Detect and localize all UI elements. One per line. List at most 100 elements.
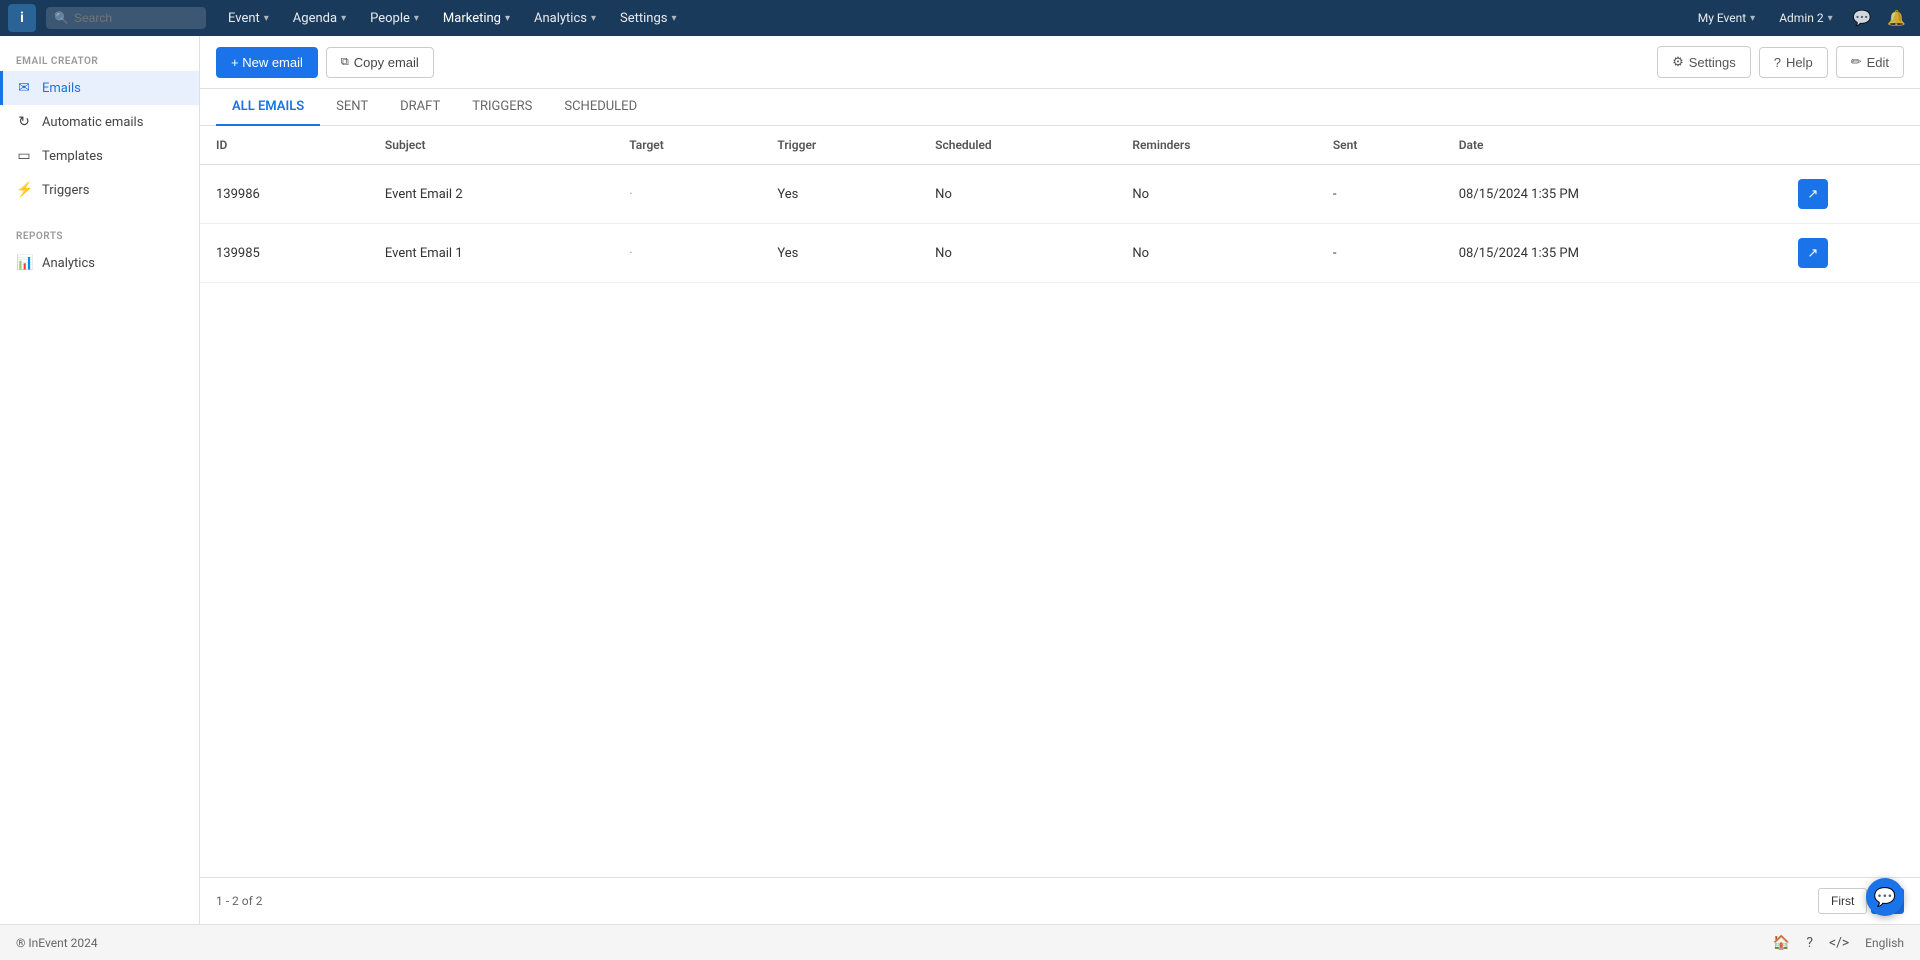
table-row: 139986 Event Email 2 · Yes No No - 08/15… <box>200 165 1920 224</box>
question-icon[interactable]: ? <box>1806 935 1813 951</box>
top-nav: i 🔍 Event ▾ Agenda ▾ People ▾ Marketing … <box>0 0 1920 36</box>
copy-icon: ⧉ <box>341 56 349 69</box>
chevron-down-icon: ▾ <box>341 13 346 24</box>
col-trigger: Trigger <box>761 126 919 165</box>
cell-target: · <box>613 224 761 283</box>
copyright-text: ® InEvent 2024 <box>16 936 98 950</box>
nav-right: My Event ▾ Admin 2 ▾ 💬 🔔 <box>1688 5 1912 31</box>
cell-id: 139986 <box>200 165 369 224</box>
table-area: ID Subject Target Trigger Scheduled Remi… <box>200 126 1920 877</box>
chevron-down-icon: ▾ <box>505 13 510 24</box>
chevron-down-icon: ▾ <box>1828 13 1833 24</box>
pagination-info: 1 - 2 of 2 <box>216 894 262 908</box>
nav-people[interactable]: People ▾ <box>360 5 429 32</box>
cell-date: 08/15/2024 1:35 PM <box>1443 165 1782 224</box>
settings-button[interactable]: ⚙ Settings <box>1657 46 1751 78</box>
table-row: 139985 Event Email 1 · Yes No No - 08/15… <box>200 224 1920 283</box>
search-wrap: 🔍 <box>46 7 206 29</box>
tab-sent[interactable]: SENT <box>320 89 384 126</box>
bottom-bar-right: 🏠 ? </> English <box>1773 935 1904 951</box>
col-scheduled: Scheduled <box>919 126 1116 165</box>
cell-target: · <box>613 165 761 224</box>
code-icon[interactable]: </> <box>1829 935 1849 951</box>
search-input[interactable] <box>46 7 206 29</box>
home-icon[interactable]: 🏠 <box>1773 935 1790 951</box>
tab-scheduled[interactable]: SCHEDULED <box>548 89 653 126</box>
settings-icon: ⚙ <box>1672 54 1684 70</box>
first-page-button[interactable]: First <box>1818 888 1867 914</box>
table-body: 139986 Event Email 2 · Yes No No - 08/15… <box>200 165 1920 283</box>
col-sent: Sent <box>1317 126 1443 165</box>
chevron-down-icon: ▾ <box>591 13 596 24</box>
chevron-down-icon: ▾ <box>264 13 269 24</box>
trigger-icon: ⚡ <box>16 182 32 198</box>
notifications-icon[interactable]: 🔔 <box>1881 5 1912 31</box>
nav-marketing[interactable]: Marketing ▾ <box>433 5 520 32</box>
cell-subject: Event Email 1 <box>369 224 613 283</box>
admin-button[interactable]: Admin 2 ▾ <box>1769 5 1842 31</box>
cell-sent: - <box>1317 165 1443 224</box>
cell-scheduled: No <box>919 165 1116 224</box>
cell-sent: - <box>1317 224 1443 283</box>
analytics-icon: 📊 <box>16 255 32 271</box>
nav-agenda[interactable]: Agenda ▾ <box>283 5 356 32</box>
edit-button[interactable]: ✏ Edit <box>1836 46 1904 78</box>
email-icon: ✉ <box>16 80 32 96</box>
tab-all-emails[interactable]: ALL EMAILS <box>216 89 320 126</box>
bottom-bar: ® InEvent 2024 🏠 ? </> English <box>0 924 1920 960</box>
sidebar-item-templates[interactable]: ▭ Templates <box>0 139 199 173</box>
tabs: ALL EMAILS SENT DRAFT TRIGGERS SCHEDULED <box>200 89 1920 126</box>
sidebar-item-triggers[interactable]: ⚡ Triggers <box>0 173 199 207</box>
sidebar-section-email-creator: EMAIL CREATOR <box>0 48 199 71</box>
my-event-button[interactable]: My Event ▾ <box>1688 5 1765 31</box>
col-date: Date <box>1443 126 1782 165</box>
cell-trigger: Yes <box>761 165 919 224</box>
copy-email-button[interactable]: ⧉ Copy email <box>326 47 434 78</box>
cell-reminders: No <box>1116 224 1317 283</box>
help-icon: ? <box>1774 55 1781 70</box>
messages-icon[interactable]: 💬 <box>1847 5 1878 31</box>
open-email-button[interactable]: ↗ <box>1798 238 1828 268</box>
content-area: + New email ⧉ Copy email ⚙ Settings ? He… <box>200 36 1920 924</box>
app-logo: i <box>8 4 36 32</box>
new-email-button[interactable]: + New email <box>216 47 318 78</box>
tab-triggers[interactable]: TRIGGERS <box>456 89 548 126</box>
automatic-icon: ↻ <box>16 114 32 130</box>
help-button[interactable]: ? Help <box>1759 47 1828 78</box>
chevron-down-icon: ▾ <box>672 13 677 24</box>
tab-draft[interactable]: DRAFT <box>384 89 456 126</box>
sidebar: EMAIL CREATOR ✉ Emails ↻ Automatic email… <box>0 36 200 924</box>
cell-reminders: No <box>1116 165 1317 224</box>
cell-trigger: Yes <box>761 224 919 283</box>
sidebar-item-emails[interactable]: ✉ Emails <box>0 71 199 105</box>
sidebar-item-analytics[interactable]: 📊 Analytics <box>0 246 199 280</box>
col-reminders: Reminders <box>1116 126 1317 165</box>
nav-settings[interactable]: Settings ▾ <box>610 5 687 32</box>
language-selector[interactable]: English <box>1865 936 1904 950</box>
chevron-down-icon: ▾ <box>414 13 419 24</box>
cell-action: ↗ <box>1782 224 1920 283</box>
sidebar-item-automatic-emails[interactable]: ↻ Automatic emails <box>0 105 199 139</box>
nav-analytics[interactable]: Analytics ▾ <box>524 5 606 32</box>
cell-action: ↗ <box>1782 165 1920 224</box>
sidebar-section-reports: REPORTS <box>0 223 199 246</box>
col-target: Target <box>613 126 761 165</box>
cell-date: 08/15/2024 1:35 PM <box>1443 224 1782 283</box>
open-email-button[interactable]: ↗ <box>1798 179 1828 209</box>
toolbar: + New email ⧉ Copy email ⚙ Settings ? He… <box>200 36 1920 89</box>
cell-scheduled: No <box>919 224 1116 283</box>
col-subject: Subject <box>369 126 613 165</box>
emails-table: ID Subject Target Trigger Scheduled Remi… <box>200 126 1920 283</box>
nav-event[interactable]: Event ▾ <box>218 5 279 32</box>
template-icon: ▭ <box>16 148 32 164</box>
cell-subject: Event Email 2 <box>369 165 613 224</box>
main-area: EMAIL CREATOR ✉ Emails ↻ Automatic email… <box>0 36 1920 924</box>
chevron-down-icon: ▾ <box>1750 13 1755 24</box>
col-id: ID <box>200 126 369 165</box>
col-action <box>1782 126 1920 165</box>
chat-bubble-button[interactable]: 💬 <box>1866 878 1904 916</box>
table-header: ID Subject Target Trigger Scheduled Remi… <box>200 126 1920 165</box>
edit-icon: ✏ <box>1851 54 1862 70</box>
pagination-bar: 1 - 2 of 2 First 1 <box>200 877 1920 924</box>
cell-id: 139985 <box>200 224 369 283</box>
